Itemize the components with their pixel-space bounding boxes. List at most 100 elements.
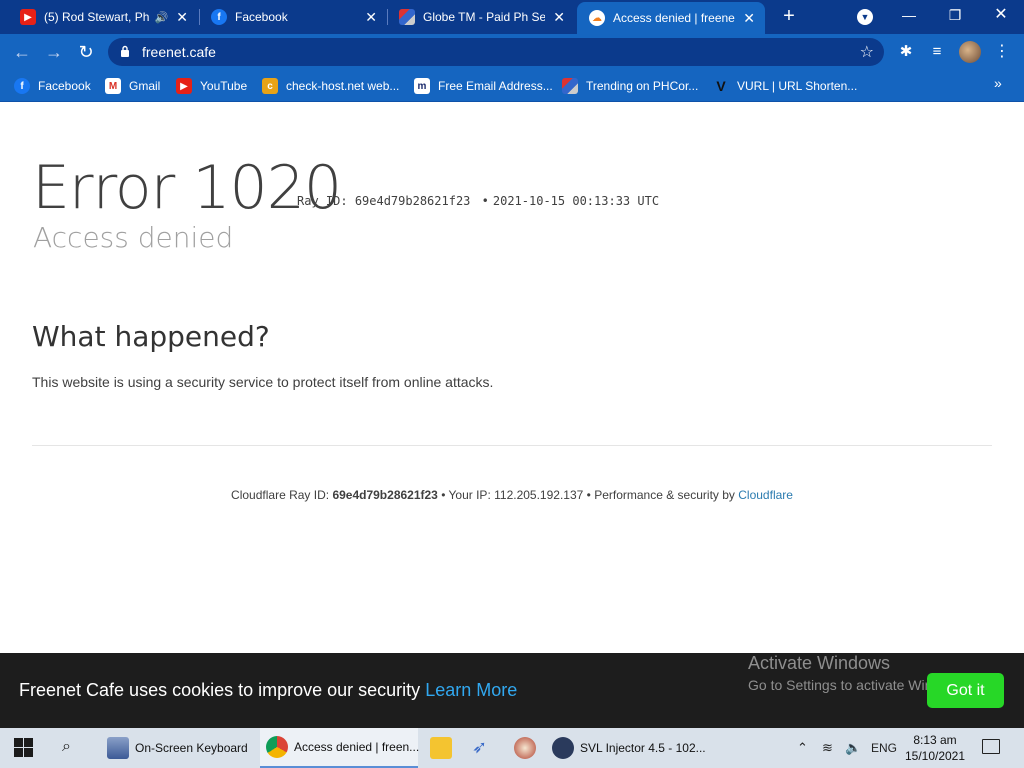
bookmark-phcorner[interactable]: Trending on PHCor... — [562, 76, 698, 96]
chevron-up-icon[interactable]: ⌃ — [797, 728, 808, 768]
svl-icon — [552, 737, 574, 759]
close-window-button[interactable]: ✕ — [978, 0, 1024, 30]
cookie-text: Freenet Cafe uses cookies to improve our… — [19, 680, 421, 700]
gmail-icon: M — [105, 78, 121, 94]
taskbar-file-explorer[interactable] — [424, 728, 460, 768]
what-happened-heading: What happened? — [32, 320, 270, 353]
speaker-icon[interactable]: 🔊 — [155, 11, 169, 24]
footer-ip: • Your IP: 112.205.192.137 • — [441, 488, 591, 502]
ray-meta: Ray ID: 69e4d79b28621f23 • 2021-10-15 00:… — [297, 194, 659, 208]
description-text: This website is using a security service… — [32, 374, 494, 390]
emblem-icon — [514, 737, 536, 759]
windows-taskbar: ⌕ On-Screen Keyboard Access denied | fre… — [0, 728, 1024, 768]
bookmark-label: check-host.net web... — [286, 79, 400, 93]
bird-icon: ➶ — [472, 737, 488, 757]
windows-start-icon[interactable] — [14, 738, 34, 758]
reload-icon[interactable]: ↻ — [74, 40, 98, 64]
back-icon[interactable]: ← — [10, 40, 34, 64]
footer-ray-id: 69e4d79b28621f23 — [332, 488, 438, 502]
tab-search-icon[interactable]: ▼ — [857, 9, 873, 25]
m-icon: m — [414, 78, 430, 94]
close-icon[interactable]: ✕ — [176, 9, 188, 26]
tab-strip: ▶ (5) Rod Stewart, Ph 🔊 ✕ f Facebook ✕ G… — [0, 0, 1024, 34]
browser-toolbar: ← → ↻ freenet.cafe ☆ ✱ ≡ ⋮ — [0, 34, 1024, 70]
bookmark-gmail[interactable]: M Gmail — [105, 76, 160, 96]
url-text[interactable]: freenet.cafe — [142, 44, 216, 60]
bookmark-label: VURL | URL Shorten... — [737, 79, 858, 93]
taskbar-label: SVL Injector 4.5 - 102... — [580, 741, 706, 755]
clock[interactable]: 8:13 am 15/10/2021 — [900, 732, 970, 764]
forward-icon[interactable]: → — [42, 40, 66, 64]
clock-date: 15/10/2021 — [904, 749, 966, 763]
tab-youtube[interactable]: ▶ (5) Rod Stewart, Ph 🔊 ✕ — [8, 0, 198, 34]
menu-icon[interactable]: ⋮ — [992, 42, 1012, 62]
v-icon: V — [716, 78, 726, 94]
notifications-icon[interactable] — [982, 739, 1000, 754]
footer-ray-label: Cloudflare Ray ID: — [231, 488, 330, 502]
bookmark-youtube[interactable]: ▶ YouTube — [176, 76, 247, 96]
cookie-banner: Freenet Cafe uses cookies to improve our… — [0, 653, 1024, 728]
timestamp: 2021-10-15 00:13:33 UTC — [492, 194, 660, 208]
bookmark-star-icon[interactable]: ☆ — [860, 42, 874, 62]
close-icon[interactable]: ✕ — [553, 9, 565, 26]
cloudflare-link[interactable]: Cloudflare — [738, 488, 793, 502]
folder-icon — [430, 737, 452, 759]
bookmark-free-email[interactable]: m Free Email Address... — [414, 76, 553, 96]
taskbar-svl-injector[interactable]: SVL Injector 4.5 - 102... — [546, 728, 712, 768]
error-title: Error 1020 — [32, 153, 342, 223]
tab-title: Globe TM - Paid Ph Ser — [423, 10, 546, 24]
close-icon[interactable]: ✕ — [365, 9, 377, 26]
tab-facebook[interactable]: f Facebook ✕ — [199, 0, 387, 34]
bullet: • — [481, 194, 489, 208]
wifi-icon[interactable]: ≋ — [822, 728, 833, 768]
restore-button[interactable]: ❐ — [932, 0, 978, 30]
volume-icon[interactable]: 🔈 — [845, 728, 861, 768]
cube-icon — [562, 78, 578, 94]
bookmark-label: Gmail — [129, 79, 161, 93]
close-icon[interactable]: ✕ — [743, 10, 755, 27]
check-host-icon: c — [262, 78, 278, 94]
taskbar-label: On-Screen Keyboard — [135, 741, 248, 755]
learn-more-link[interactable]: Learn More — [425, 680, 517, 700]
language-indicator[interactable]: ENG — [871, 728, 897, 768]
bookmark-label: Free Email Address... — [438, 79, 553, 93]
keyboard-icon — [107, 737, 129, 759]
media-control-icon[interactable]: ≡ — [927, 42, 947, 62]
search-icon[interactable]: ⌕ — [62, 738, 82, 758]
bookmarks-overflow-icon[interactable]: » — [994, 75, 1002, 91]
facebook-icon: f — [211, 9, 227, 25]
tab-title: Access denied | freenet. — [613, 11, 736, 25]
tab-access-denied[interactable]: ☁ Access denied | freenet. ✕ — [577, 2, 765, 34]
tab-globe[interactable]: Globe TM - Paid Ph Ser ✕ — [387, 0, 575, 34]
bookmark-facebook[interactable]: f Facebook — [14, 76, 91, 96]
page-content: Error 1020 Ray ID: 69e4d79b28621f23 • 202… — [0, 103, 1024, 653]
taskbar-app-bird[interactable]: ➶ — [466, 728, 502, 768]
tab-title: (5) Rod Stewart, Ph — [44, 10, 149, 24]
cloudflare-icon: ☁ — [589, 10, 605, 26]
cloudflare-footer: Cloudflare Ray ID: 69e4d79b28621f23 • Yo… — [0, 488, 1024, 502]
tab-title: Facebook — [235, 10, 288, 24]
footer-perf: Performance & security by — [594, 488, 735, 502]
profile-avatar[interactable] — [959, 41, 981, 63]
minimize-button[interactable]: — — [886, 0, 932, 30]
ray-label: Ray ID: — [297, 194, 348, 208]
taskbar-on-screen-keyboard[interactable]: On-Screen Keyboard — [101, 728, 257, 768]
taskbar-chrome[interactable]: Access denied | freen... — [260, 728, 420, 768]
cookie-message: Freenet Cafe uses cookies to improve our… — [19, 680, 517, 701]
activate-subtitle: Go to Settings to activate Windows. — [748, 677, 928, 693]
extensions-icon[interactable]: ✱ — [896, 42, 916, 62]
address-bar[interactable]: freenet.cafe ☆ — [108, 38, 884, 66]
taskbar-label: Access denied | freen... — [294, 740, 420, 754]
taskbar-app-emblem[interactable] — [508, 728, 544, 768]
divider — [32, 445, 992, 446]
bookmark-label: Facebook — [38, 79, 91, 93]
globe-cube-icon — [399, 9, 415, 25]
bookmark-check-host[interactable]: c check-host.net web... — [262, 76, 399, 96]
ray-id: 69e4d79b28621f23 — [354, 194, 471, 208]
bookmark-label: YouTube — [200, 79, 248, 93]
bookmark-vurl[interactable]: V VURL | URL Shorten... — [713, 76, 857, 96]
new-tab-button[interactable]: + — [778, 5, 800, 27]
got-it-button[interactable]: Got it — [927, 673, 1004, 708]
bookmarks-bar: f Facebook M Gmail ▶ YouTube c check-hos… — [0, 70, 1024, 102]
lock-icon — [121, 45, 129, 57]
